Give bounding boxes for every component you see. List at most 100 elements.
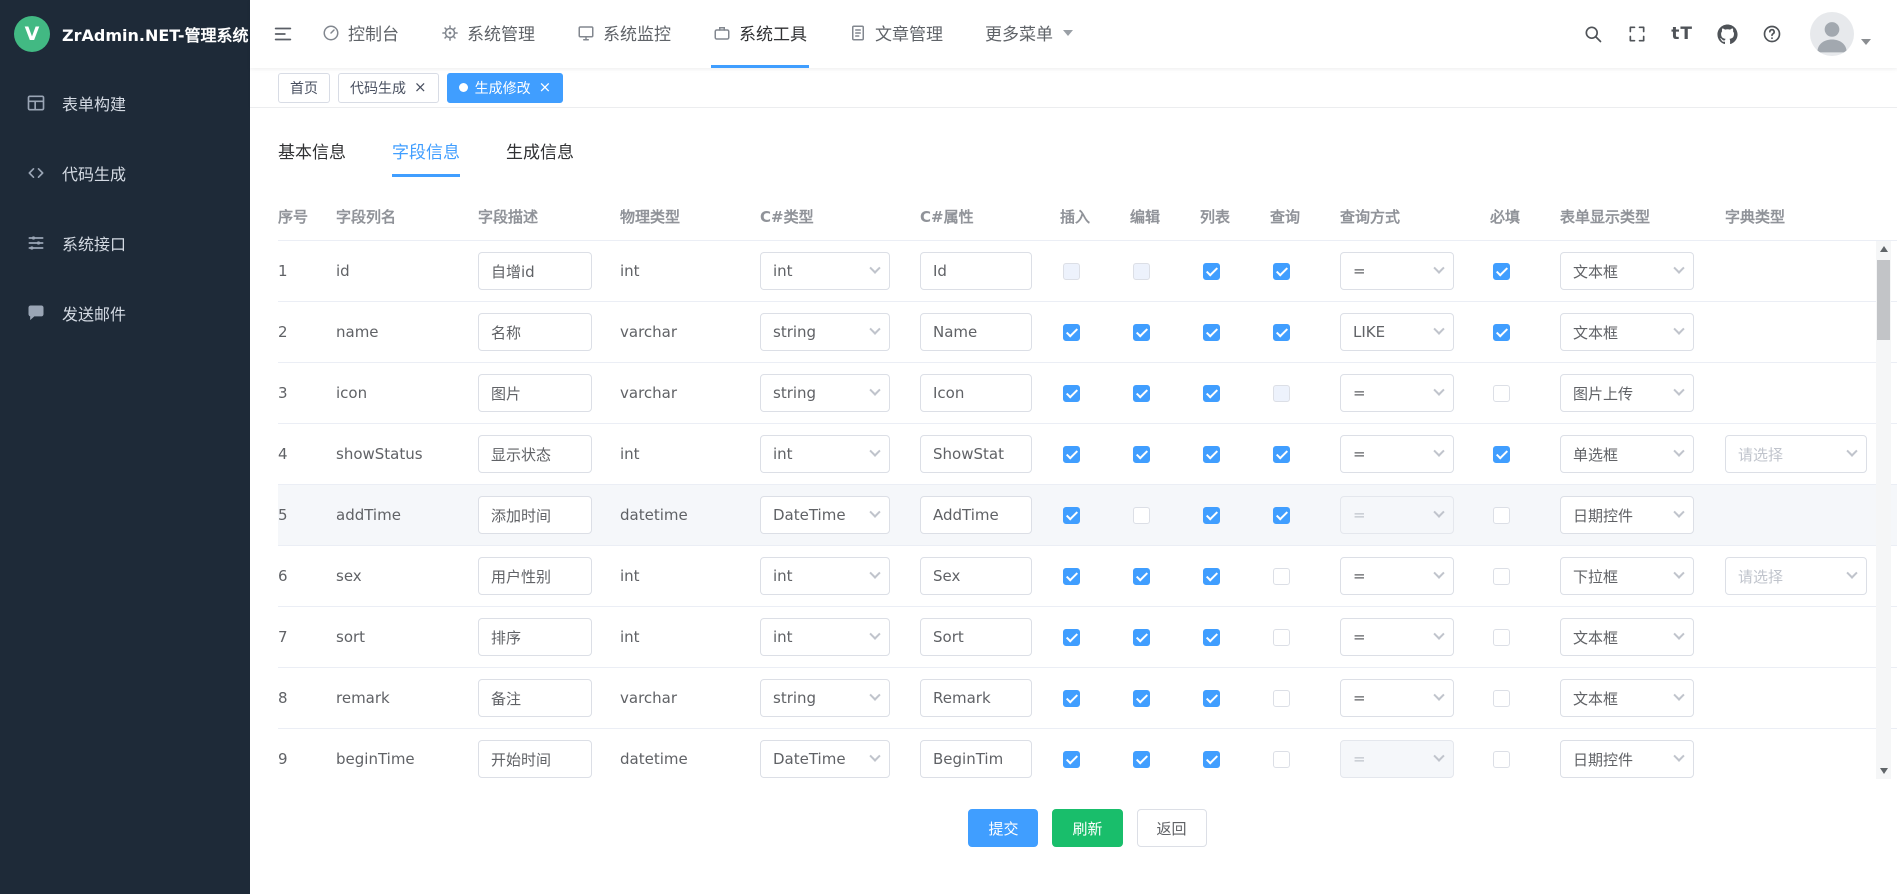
dict-type-select[interactable]: 请选择 [1725, 557, 1867, 595]
cs-type-select[interactable]: string [760, 313, 890, 351]
field-desc-input[interactable] [478, 313, 592, 351]
app-logo[interactable]: V ZrAdmin.NET-管理系统 [0, 0, 250, 68]
field-desc-input[interactable] [478, 435, 592, 473]
cs-prop-input[interactable] [920, 679, 1032, 717]
field-desc-input[interactable] [478, 252, 592, 290]
display-type-select[interactable]: 文本框 [1560, 679, 1694, 717]
insert-checkbox[interactable] [1063, 507, 1080, 524]
sidebar-item-form-builder[interactable]: 表单构建 [0, 68, 250, 138]
query-checkbox[interactable] [1273, 324, 1290, 341]
required-checkbox[interactable] [1493, 507, 1510, 524]
display-type-select[interactable]: 文本框 [1560, 313, 1694, 351]
query-checkbox[interactable] [1273, 446, 1290, 463]
cs-type-select[interactable]: int [760, 557, 890, 595]
required-checkbox[interactable] [1493, 690, 1510, 707]
field-desc-input[interactable] [478, 374, 592, 412]
edit-checkbox[interactable] [1133, 507, 1150, 524]
cs-type-select[interactable]: int [760, 618, 890, 656]
cs-type-select[interactable]: DateTime [760, 496, 890, 534]
scrollbar-thumb[interactable] [1877, 260, 1890, 340]
query-checkbox[interactable] [1273, 629, 1290, 646]
list-checkbox[interactable] [1203, 385, 1220, 402]
query-checkbox[interactable] [1273, 263, 1290, 280]
scroll-up-button[interactable] [1876, 241, 1891, 257]
refresh-button[interactable]: 刷新 [1052, 809, 1122, 847]
cs-prop-input[interactable] [920, 496, 1032, 534]
list-checkbox[interactable] [1203, 751, 1220, 768]
topnav-item-system-tools[interactable]: 系统工具 [711, 0, 809, 68]
fullscreen-icon[interactable] [1627, 24, 1647, 44]
tab-generate-info[interactable]: 生成信息 [506, 130, 574, 177]
edit-checkbox[interactable] [1133, 568, 1150, 585]
edit-checkbox[interactable] [1133, 385, 1150, 402]
display-type-select[interactable]: 下拉框 [1560, 557, 1694, 595]
font-size-icon[interactable]: tT [1671, 24, 1693, 44]
query-mode-select[interactable]: = [1340, 618, 1454, 656]
edit-checkbox[interactable] [1133, 629, 1150, 646]
topnav-item-system-manage[interactable]: 系统管理 [439, 0, 537, 68]
edit-checkbox[interactable] [1133, 751, 1150, 768]
search-icon[interactable] [1583, 24, 1603, 44]
close-icon[interactable]: × [539, 80, 552, 95]
query-mode-select[interactable]: = [1340, 679, 1454, 717]
list-checkbox[interactable] [1203, 629, 1220, 646]
hamburger-icon[interactable] [250, 0, 312, 68]
display-type-select[interactable]: 日期控件 [1560, 496, 1694, 534]
edit-checkbox[interactable] [1133, 324, 1150, 341]
query-mode-select[interactable]: LIKE [1340, 313, 1454, 351]
field-desc-input[interactable] [478, 740, 592, 778]
cs-prop-input[interactable] [920, 618, 1032, 656]
user-menu[interactable] [1810, 12, 1871, 56]
scroll-down-button[interactable] [1876, 763, 1891, 779]
topnav-item-console[interactable]: 控制台 [320, 0, 401, 68]
query-checkbox[interactable] [1273, 568, 1290, 585]
list-checkbox[interactable] [1203, 263, 1220, 280]
query-mode-select[interactable]: = [1340, 374, 1454, 412]
vertical-scrollbar[interactable] [1876, 241, 1891, 779]
list-checkbox[interactable] [1203, 568, 1220, 585]
display-type-select[interactable]: 日期控件 [1560, 740, 1694, 778]
cs-type-select[interactable]: DateTime [760, 740, 890, 778]
cs-type-select[interactable]: string [760, 679, 890, 717]
query-checkbox[interactable] [1273, 690, 1290, 707]
back-button[interactable]: 返回 [1137, 809, 1207, 847]
cs-prop-input[interactable] [920, 252, 1032, 290]
required-checkbox[interactable] [1493, 751, 1510, 768]
required-checkbox[interactable] [1493, 446, 1510, 463]
topnav-item-system-monitor[interactable]: 系统监控 [575, 0, 673, 68]
insert-checkbox[interactable] [1063, 385, 1080, 402]
list-checkbox[interactable] [1203, 324, 1220, 341]
dict-type-select[interactable]: 请选择 [1725, 435, 1867, 473]
edit-checkbox[interactable] [1133, 446, 1150, 463]
topnav-item-article-manage[interactable]: 文章管理 [847, 0, 945, 68]
query-mode-select[interactable]: = [1340, 252, 1454, 290]
required-checkbox[interactable] [1493, 568, 1510, 585]
cs-prop-input[interactable] [920, 374, 1032, 412]
query-mode-select[interactable]: = [1340, 435, 1454, 473]
tab-field-info[interactable]: 字段信息 [392, 130, 460, 177]
cs-type-select[interactable]: int [760, 435, 890, 473]
cs-prop-input[interactable] [920, 557, 1032, 595]
cs-type-select[interactable]: int [760, 252, 890, 290]
scrollbar-track[interactable] [1876, 257, 1891, 763]
cs-prop-input[interactable] [920, 740, 1032, 778]
insert-checkbox[interactable] [1063, 324, 1080, 341]
submit-button[interactable]: 提交 [968, 809, 1038, 847]
tab-basic-info[interactable]: 基本信息 [278, 130, 346, 177]
close-icon[interactable]: × [414, 80, 427, 95]
list-checkbox[interactable] [1203, 690, 1220, 707]
insert-checkbox[interactable] [1063, 751, 1080, 768]
field-desc-input[interactable] [478, 496, 592, 534]
list-checkbox[interactable] [1203, 507, 1220, 524]
insert-checkbox[interactable] [1063, 690, 1080, 707]
sidebar-item-system-api[interactable]: 系统接口 [0, 208, 250, 278]
edit-checkbox[interactable] [1133, 690, 1150, 707]
sidebar-item-code-generation[interactable]: 代码生成 [0, 138, 250, 208]
query-checkbox[interactable] [1273, 751, 1290, 768]
required-checkbox[interactable] [1493, 263, 1510, 280]
cs-prop-input[interactable] [920, 313, 1032, 351]
cs-type-select[interactable]: string [760, 374, 890, 412]
github-icon[interactable] [1717, 24, 1738, 45]
insert-checkbox[interactable] [1063, 568, 1080, 585]
cs-prop-input[interactable] [920, 435, 1032, 473]
